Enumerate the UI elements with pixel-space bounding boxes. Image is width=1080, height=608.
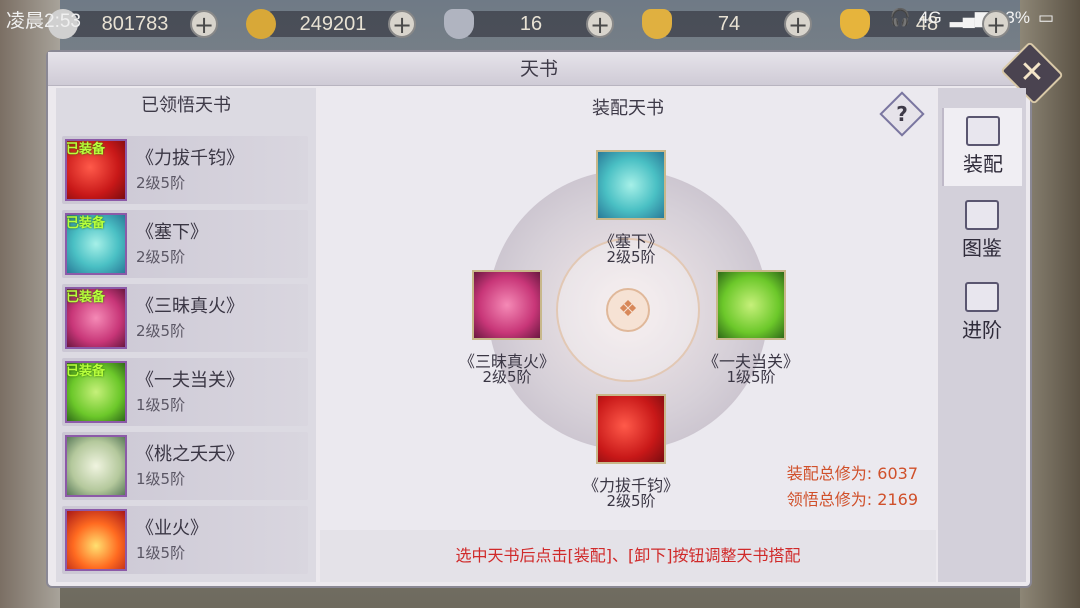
close-icon: ✕ bbox=[1019, 55, 1045, 90]
resource-bar: 凌晨2:53 801783 + 249201 + 16 + 74 + 48 + … bbox=[0, 0, 1080, 44]
resource-value: 74 bbox=[664, 11, 794, 37]
book-eye-icon bbox=[965, 200, 999, 230]
equipped-tag: 已装备 bbox=[66, 290, 106, 305]
book-wings-icon bbox=[965, 282, 999, 312]
learned-books-list: 已领悟天书 已装备 《力拔千钧》 2级5阶 已装备 《塞下》 2级5阶 已装备 … bbox=[56, 88, 316, 582]
resource-gold: 249201 + bbox=[246, 9, 416, 39]
book-level: 2级5阶 bbox=[136, 174, 186, 192]
equipped-tag: 已装备 bbox=[66, 364, 106, 379]
comprehend-total-label: 领悟总修为: bbox=[786, 490, 873, 509]
clock-text: 凌晨2:53 bbox=[6, 11, 81, 32]
tab-advance[interactable]: 进阶 bbox=[942, 274, 1022, 352]
book-level: 1级5阶 bbox=[136, 470, 186, 488]
slot-left[interactable] bbox=[472, 270, 542, 340]
equip-title: 装配天书 bbox=[592, 98, 664, 119]
book-item[interactable]: 已装备 《力拔千钧》 2级5阶 bbox=[62, 136, 308, 204]
resource-value: 801783 bbox=[70, 11, 200, 37]
book-item[interactable]: 已装备 《塞下》 2级5阶 bbox=[62, 210, 308, 278]
comprehend-total-stat: 领悟总修为: 2169 bbox=[787, 486, 918, 510]
resource-value: 249201 bbox=[268, 11, 398, 37]
book-name: 《力拔千钧》 bbox=[136, 148, 244, 169]
slot-right[interactable] bbox=[716, 270, 786, 340]
slot-top-level: 2级5阶 bbox=[606, 248, 656, 266]
question-icon: ? bbox=[896, 102, 908, 126]
gold-coin-icon bbox=[246, 9, 276, 39]
book-level: 1级5阶 bbox=[136, 396, 186, 414]
book-scroll-icon bbox=[65, 435, 127, 497]
side-tabs: 装配 图鉴 进阶 bbox=[938, 88, 1026, 582]
slot-top[interactable] bbox=[596, 150, 666, 220]
comprehend-total-value: 2169 bbox=[877, 490, 918, 509]
book-name: 《业火》 bbox=[136, 518, 208, 539]
resource-value: 16 bbox=[466, 11, 596, 37]
book-item[interactable]: 已装备 《三昧真火》 2级5阶 bbox=[62, 284, 308, 352]
tab-equip[interactable]: 装配 bbox=[942, 108, 1022, 186]
add-gold-ingot-lock-button[interactable]: + bbox=[784, 10, 812, 38]
book-name: 《三昧真火》 bbox=[136, 296, 244, 317]
equipped-tag: 已装备 bbox=[66, 216, 106, 231]
silver-ingot-icon bbox=[444, 9, 474, 39]
slot-left-level: 2级5阶 bbox=[482, 368, 532, 386]
tab-equip-label: 装配 bbox=[963, 152, 1003, 176]
slot-right-level: 1级5阶 bbox=[726, 368, 776, 386]
tab-advance-label: 进阶 bbox=[962, 318, 1002, 342]
add-silver-ingot-button[interactable]: + bbox=[586, 10, 614, 38]
learned-books-title: 已领悟天书 bbox=[141, 95, 231, 116]
add-gold-ingot-button[interactable]: + bbox=[982, 10, 1010, 38]
equip-total-label: 装配总修为: bbox=[786, 464, 873, 483]
book-level: 2级5阶 bbox=[136, 248, 186, 266]
book-shield-icon bbox=[966, 116, 1000, 146]
headphone-icon: 🎧 bbox=[889, 8, 912, 27]
book-name: 《一夫当关》 bbox=[136, 370, 244, 391]
gold-ingot-icon bbox=[840, 9, 870, 39]
equip-total-stat: 装配总修为: 6037 bbox=[787, 460, 918, 484]
book-name: 《桃之夭夭》 bbox=[136, 444, 244, 465]
tab-codex[interactable]: 图鉴 bbox=[942, 192, 1022, 270]
equip-total-value: 6037 bbox=[877, 464, 918, 483]
book-level: 1级5阶 bbox=[136, 544, 186, 562]
resource-gold-ingot-lock: 74 + bbox=[642, 9, 812, 39]
equip-area: 装配天书 ? ❖ 《塞下》 2级5阶 《三昧真火》 2级5阶 《一夫当关》 1级… bbox=[320, 88, 936, 582]
slot-bottom[interactable] bbox=[596, 394, 666, 464]
slot-bottom-level: 2级5阶 bbox=[606, 492, 656, 510]
add-silver-button[interactable]: + bbox=[190, 10, 218, 38]
equipped-tag: 已装备 bbox=[66, 142, 106, 157]
add-gold-button[interactable]: + bbox=[388, 10, 416, 38]
book-emblem-icon: ❖ bbox=[606, 288, 650, 332]
tianshu-panel: 天书 ✕ 已领悟天书 已装备 《力拔千钧》 2级5阶 已装备 《塞下》 2级5阶… bbox=[48, 41, 1064, 586]
book-fire-icon bbox=[65, 509, 127, 571]
book-item[interactable]: 《桃之夭夭》 1级5阶 bbox=[62, 432, 308, 500]
book-level: 2级5阶 bbox=[136, 322, 186, 340]
hint-text: 选中天书后点击[装配]、[卸下]按钮调整天书搭配 bbox=[320, 530, 936, 582]
panel-title: 天书 bbox=[519, 58, 558, 80]
book-name: 《塞下》 bbox=[136, 222, 208, 243]
panel-header: 天书 bbox=[48, 52, 1030, 86]
book-item[interactable]: 《业火》 1级5阶 bbox=[62, 506, 308, 574]
resource-silver-ingot: 16 + bbox=[444, 9, 614, 39]
gold-ingot-lock-icon bbox=[642, 9, 672, 39]
signal-text: 4G bbox=[919, 8, 942, 27]
battery-icon: ▭ bbox=[1037, 8, 1054, 27]
tab-codex-label: 图鉴 bbox=[962, 236, 1002, 260]
system-status: 🎧 4G ▂▄▆ 33% ▭ bbox=[890, 8, 1054, 28]
book-item[interactable]: 已装备 《一夫当关》 1级5阶 bbox=[62, 358, 308, 426]
